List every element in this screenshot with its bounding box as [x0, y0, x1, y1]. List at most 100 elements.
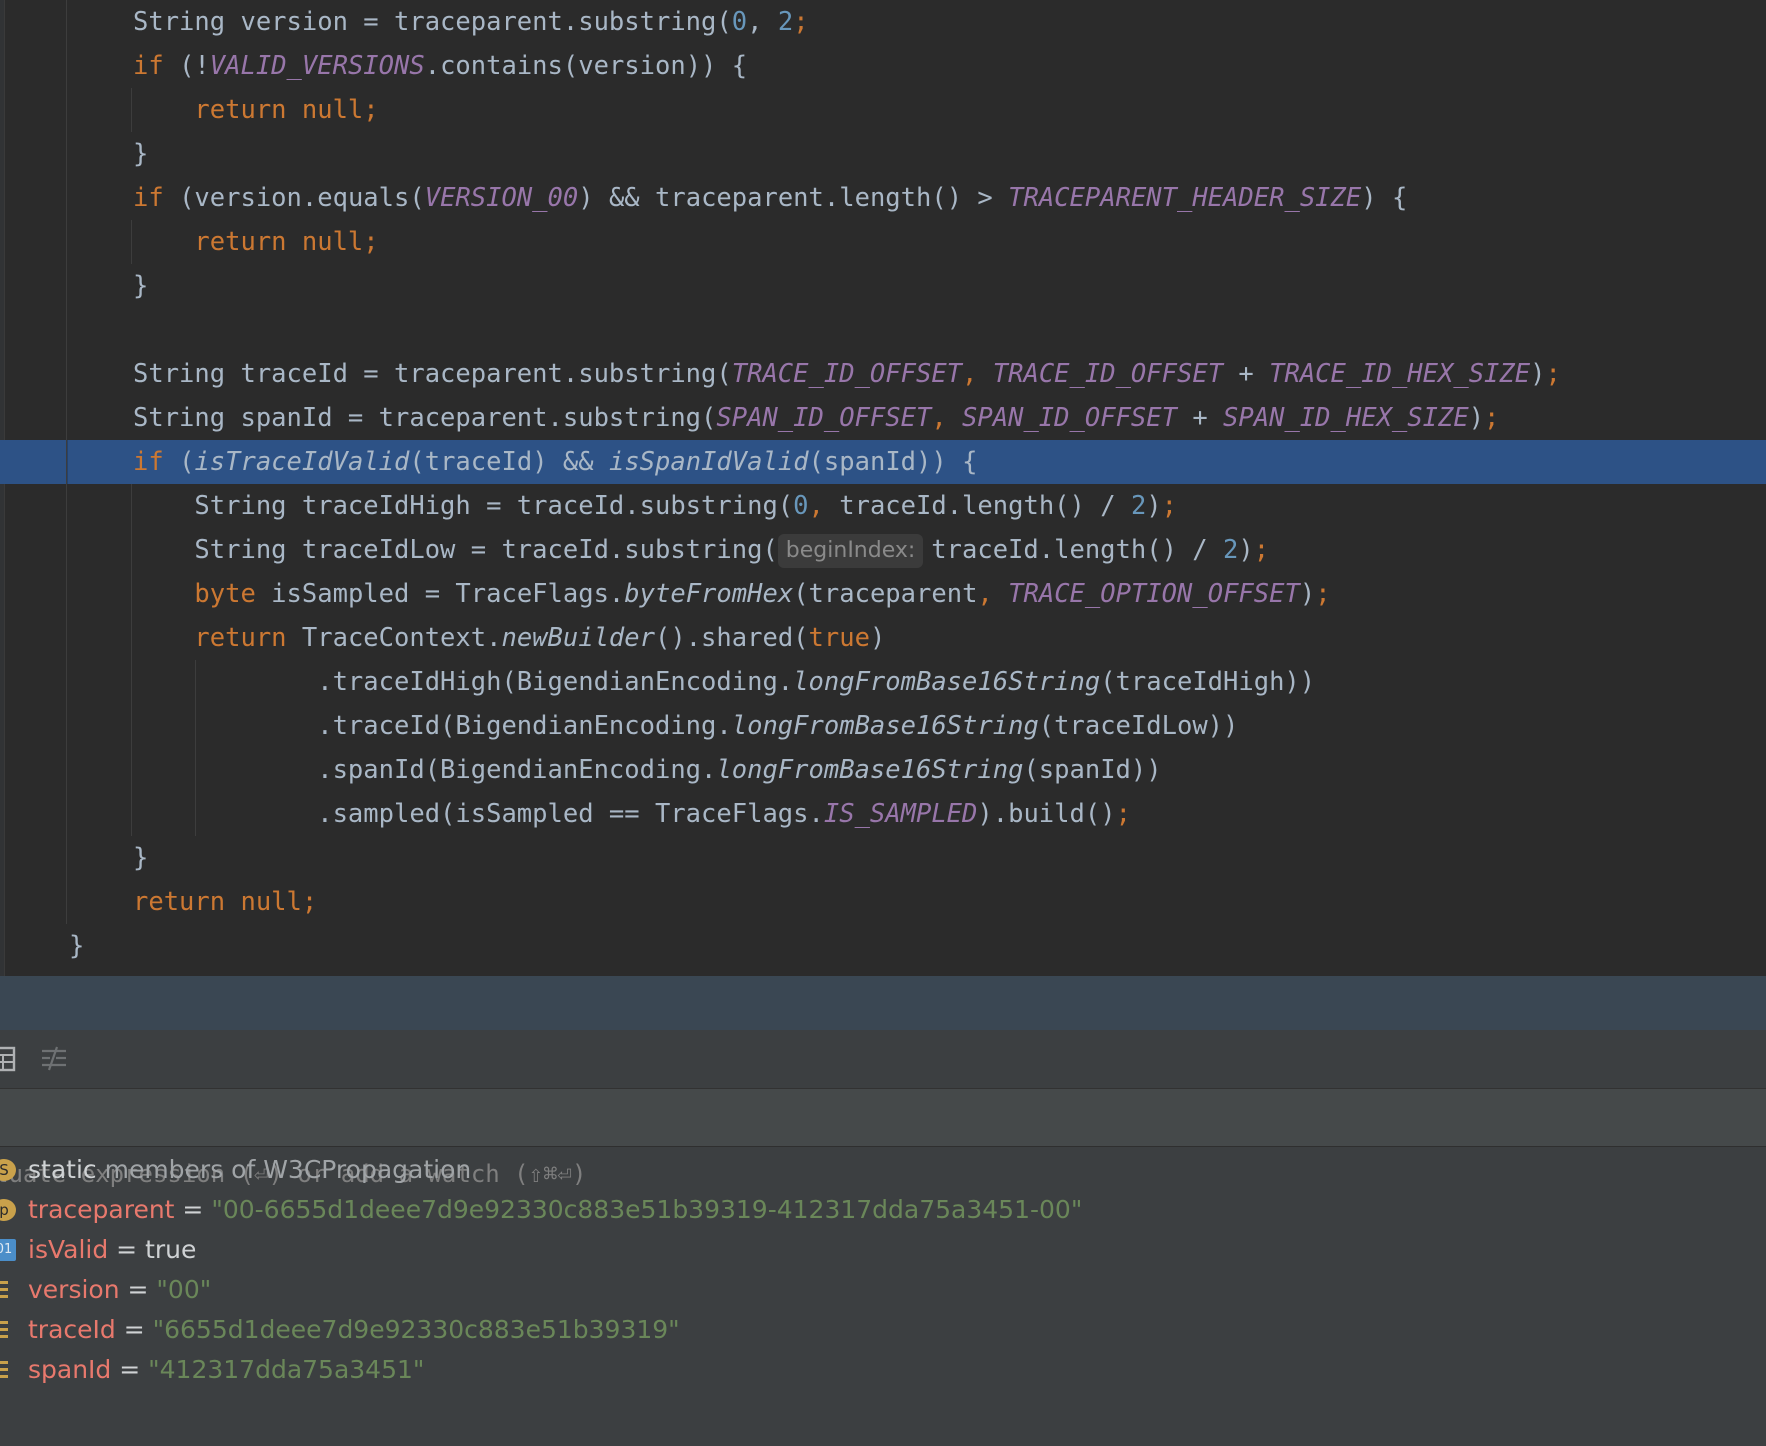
code-token: .sampled(isSampled == TraceFlags. — [133, 799, 824, 829]
code-token: SPAN_ID_OFFSET — [716, 403, 932, 433]
editor-bottom-strip — [0, 976, 1766, 1031]
code-line[interactable]: } — [0, 836, 1766, 880]
code-token: String traceIdLow = traceId.substring( — [133, 535, 778, 565]
code-token: longFromBase16String — [793, 667, 1101, 697]
code-token: (traceIdHigh)) — [1100, 667, 1316, 697]
code-token: VERSION_00 — [424, 183, 579, 213]
code-line[interactable]: return null; — [0, 220, 1766, 264]
variable-row-traceparent[interactable]: p traceparent = "00-6655d1deee7d9e92330c8… — [0, 1190, 1766, 1230]
code-token: IS_SAMPLED — [823, 799, 978, 829]
code-text: String traceId = traceparent.substring(T… — [133, 352, 1561, 396]
code-token: (spanId)) — [1023, 755, 1162, 785]
code-token: String version = traceparent.substring( — [133, 7, 732, 37]
indent-guide — [131, 484, 132, 836]
variable-text: isValid = true — [28, 1230, 196, 1270]
variable-row-traceId[interactable]: traceId = "6655d1deee7d9e92330c883e51b39… — [0, 1310, 1766, 1350]
code-token: SPAN_ID_HEX_SIZE — [1223, 403, 1469, 433]
code-token: TRACE_ID_HEX_SIZE — [1269, 359, 1531, 389]
code-line[interactable]: .traceId(BigendianEncoding.longFromBase1… — [0, 704, 1766, 748]
code-token: String traceIdHigh = traceId.substring( — [133, 491, 794, 521]
code-line[interactable]: if (version.equals(VERSION_00) && tracep… — [0, 176, 1766, 220]
variable-row-version[interactable]: version = "00" — [0, 1270, 1766, 1310]
variable-name: spanId — [28, 1355, 112, 1384]
code-token: (spanId)) { — [808, 447, 978, 477]
code-token: isSpanIdValid — [608, 447, 809, 477]
code-line[interactable]: .sampled(isSampled == TraceFlags.IS_SAMP… — [0, 792, 1766, 836]
variable-row-static[interactable]: Sstatic members of W3CPropagation — [0, 1150, 1766, 1190]
code-token: } — [133, 139, 149, 169]
code-token: ) — [1238, 535, 1254, 565]
code-text: .spanId(BigendianEncoding.longFromBase16… — [133, 748, 1162, 792]
code-token: , — [747, 7, 778, 37]
code-line[interactable]: return null; — [0, 88, 1766, 132]
code-line[interactable]: return null; — [0, 880, 1766, 924]
code-line[interactable]: String traceId = traceparent.substring(T… — [0, 352, 1766, 396]
code-editor[interactable]: String version = traceparent.substring(0… — [0, 0, 1766, 976]
code-token: 2 — [777, 7, 794, 37]
variable-value: "6655d1deee7d9e92330c883e51b39319" — [152, 1315, 680, 1344]
code-line[interactable]: .traceIdHigh(BigendianEncoding.longFromB… — [0, 660, 1766, 704]
code-text: .traceId(BigendianEncoding.longFromBase1… — [133, 704, 1238, 748]
code-token: TRACEPARENT_HEADER_SIZE — [1008, 183, 1362, 213]
code-token: TraceContext. — [286, 623, 502, 653]
watches-icon[interactable] — [40, 1044, 70, 1074]
code-line[interactable]: String traceIdLow = traceId.substring(be… — [0, 528, 1766, 572]
code-token: ) — [869, 623, 886, 653]
code-text: .traceIdHigh(BigendianEncoding.longFromB… — [133, 660, 1315, 704]
code-line[interactable]: String traceIdHigh = traceId.substring(0… — [0, 484, 1766, 528]
code-text: .sampled(isSampled == TraceFlags.IS_SAMP… — [133, 792, 1131, 836]
code-line[interactable]: if (!VALID_VERSIONS.contains(version)) { — [0, 44, 1766, 88]
code-token: ; — [1545, 359, 1561, 389]
code-token: String spanId = traceparent.substring( — [133, 403, 717, 433]
code-token: ).build() — [977, 799, 1116, 829]
code-token: longFromBase16String — [716, 755, 1024, 785]
code-text: return null; — [133, 88, 378, 132]
code-text: String traceIdLow = traceId.substring(be… — [133, 528, 1269, 572]
code-line[interactable]: } — [0, 264, 1766, 308]
code-line[interactable]: .spanId(BigendianEncoding.longFromBase16… — [0, 748, 1766, 792]
debugger-panel: luate expression (⏎) or add a watch (⇧⌘⏎… — [0, 1030, 1766, 1446]
variable-text: traceId = "6655d1deee7d9e92330c883e51b39… — [28, 1310, 680, 1350]
code-text: if (!VALID_VERSIONS.contains(version)) { — [133, 44, 747, 88]
variable-row-spanId[interactable]: spanId = "412317dda75a3451" — [0, 1350, 1766, 1390]
code-line[interactable]: } — [0, 132, 1766, 176]
code-text: return null; — [133, 880, 317, 924]
code-line[interactable] — [0, 308, 1766, 352]
table-view-icon[interactable] — [0, 1044, 22, 1074]
code-line[interactable]: byte isSampled = TraceFlags.byteFromHex(… — [0, 572, 1766, 616]
variable-text: static members of W3CPropagation — [28, 1150, 471, 1190]
code-text: String traceIdHigh = traceId.substring(0… — [133, 484, 1177, 528]
code-text: byte isSampled = TraceFlags.byteFromHex(… — [133, 572, 1330, 616]
code-text: return null; — [133, 220, 378, 264]
variable-name: traceparent — [28, 1195, 175, 1224]
variable-value: "412317dda75a3451" — [148, 1355, 425, 1384]
code-text: } — [133, 264, 148, 308]
code-line[interactable]: return TraceContext.newBuilder().shared(… — [0, 616, 1766, 660]
code-token: ; — [1484, 403, 1500, 433]
code-token: 0 — [731, 7, 748, 37]
code-token: (! — [163, 51, 210, 81]
code-text: String spanId = traceparent.substring(SP… — [133, 396, 1499, 440]
code-token: byteFromHex — [624, 579, 794, 609]
code-text: } — [69, 924, 84, 968]
variable-equals: = — [174, 1195, 212, 1224]
code-line[interactable]: } — [0, 924, 1766, 968]
code-line[interactable]: String spanId = traceparent.substring(SP… — [0, 396, 1766, 440]
evaluate-expression-input[interactable]: luate expression (⏎) or add a watch (⇧⌘⏎… — [0, 1089, 1766, 1188]
code-token: .traceIdHigh(BigendianEncoding. — [133, 667, 794, 697]
code-token: (version.equals( — [163, 183, 425, 213]
variable-name: isValid — [28, 1235, 109, 1264]
code-line-current[interactable]: if (isTraceIdValid(traceId) && isSpanIdV… — [0, 440, 1766, 484]
variable-text: version = "00" — [28, 1270, 211, 1310]
code-token: , — [808, 491, 840, 521]
code-token: TRACE_OPTION_OFFSET — [1008, 579, 1300, 609]
variable-name: version — [28, 1275, 120, 1304]
code-token: , — [962, 359, 993, 389]
variable-row-isValid[interactable]: 01 isValid = true — [0, 1230, 1766, 1270]
variable-text: spanId = "412317dda75a3451" — [28, 1350, 424, 1390]
code-token: } — [69, 931, 85, 961]
code-token: , — [977, 579, 1009, 609]
code-line[interactable]: String version = traceparent.substring(0… — [0, 0, 1766, 44]
code-token: ().shared( — [655, 623, 809, 653]
code-token: .traceId(BigendianEncoding. — [133, 711, 732, 741]
